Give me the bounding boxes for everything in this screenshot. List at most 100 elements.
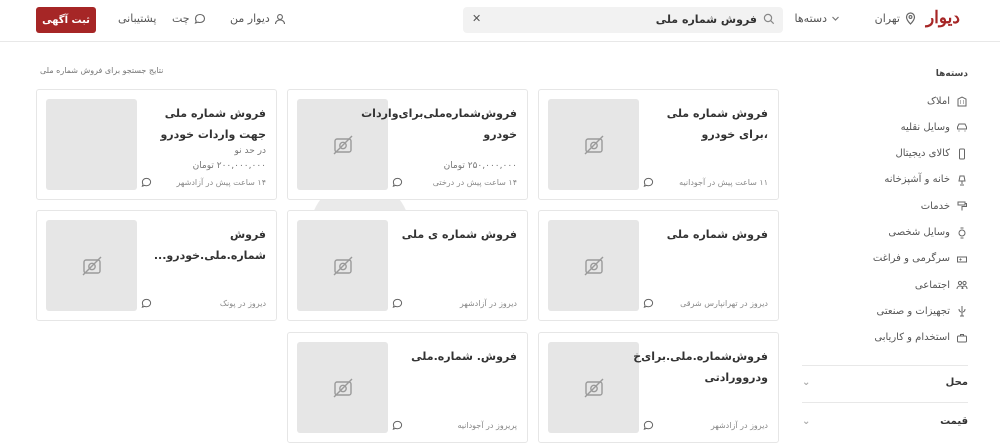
support-link[interactable]: پشتیبانی (118, 12, 156, 25)
ad-photo-placeholder (297, 220, 388, 311)
sidebar-item-label: وسایل نقلیه (900, 121, 950, 133)
sidebar-item-label: خانه و آشپزخانه (884, 174, 950, 186)
ad-title: فروش شماره ملی ،برای خودرو (666, 107, 768, 141)
ad-meta: ۱۴ ساعت پیش در درختی (432, 178, 517, 187)
sidebar-item-label: کالای دیجیتال (895, 148, 950, 160)
sidebar-item-label: استخدام و کاریابی (874, 332, 950, 344)
chat-icon[interactable] (392, 177, 403, 191)
ad-title: فروش‌شماره‌ملی‌برای‌واردات خودرو (361, 107, 517, 141)
chevron-down-icon (832, 16, 839, 21)
ad-card[interactable]: فروش‌شماره.ملی.برای‌خ ودروورادتی دیروز در… (538, 332, 779, 443)
ad-card[interactable]: فروش‌شماره‌ملی‌برای‌واردات خودرو ۲۵۰,۰۰۰,… (287, 89, 528, 200)
watch-icon (958, 227, 966, 238)
chevron-down-icon: ⌄ (802, 416, 811, 427)
support-label: پشتیبانی (118, 12, 157, 25)
ad-card[interactable]: فروش شماره ملی جهت واردات خودرو در حد نو ۲… (36, 89, 277, 200)
ad-card[interactable]: فروش شماره ملی دیروز در تهرانپارس شرقی (538, 210, 779, 321)
chevron-down-icon: ⌄ (802, 377, 811, 388)
ad-card[interactable]: فروش شماره ملی ،برای خودرو ۱۱ ساعت پیش در… (538, 89, 779, 200)
ad-meta: دیروز در تهرانپارس شرقی (680, 299, 768, 308)
sidebar-heading: دسته‌ها (935, 69, 968, 79)
ad-card[interactable]: فروش شماره.ملی.خودرو... دیروز در پونک (36, 210, 277, 321)
divider (802, 402, 968, 403)
ad-meta: ۱۱ ساعت پیش در آجودانیه (679, 178, 768, 187)
ad-meta: دیروز در آزادشهر (459, 299, 517, 308)
ad-meta: دیروز در پونک (219, 299, 266, 308)
city-label: تهران (874, 12, 900, 25)
sidebar-item-briefcase[interactable]: استخدام و کاریابی (874, 332, 968, 344)
location-pin-icon (905, 12, 916, 25)
ad-card[interactable]: فروش شماره ی ملی دیروز در آزادشهر (287, 210, 528, 321)
people-icon (956, 280, 968, 290)
ad-title: فروش شماره ملی (666, 228, 768, 241)
no-image-icon (333, 256, 352, 275)
chat-icon[interactable] (643, 420, 654, 434)
search-input[interactable]: فروش شماره ملی (656, 13, 757, 26)
chat-icon[interactable] (141, 298, 152, 312)
lamp-icon (958, 175, 966, 186)
sidebar-item-building[interactable]: املاک (927, 95, 968, 107)
ad-photo-placeholder (46, 220, 137, 311)
briefcase-icon (957, 333, 967, 343)
no-image-icon (333, 135, 352, 154)
sidebar-item-label: املاک (926, 95, 950, 107)
brand-logo[interactable]: دیوار (926, 8, 960, 28)
ad-condition: در حد نو (234, 146, 266, 156)
no-image-icon (584, 256, 603, 275)
no-image-icon (82, 256, 101, 275)
ad-title: فروش شماره ی ملی (401, 228, 517, 241)
ad-photo (46, 99, 137, 190)
categories-label: دسته‌ها (794, 12, 827, 25)
ad-meta: ۱۴ ساعت پیش در آزادشهر (176, 178, 266, 187)
ad-price: ۲۰۰,۰۰۰,۰۰۰ تومان (192, 161, 266, 171)
results-title: نتایج جستجو برای فروش شماره ملی (40, 66, 164, 75)
sidebar-item-label: تجهیزات و صنعتی (876, 305, 950, 317)
sidebar-item-people[interactable]: اجتماعی (915, 279, 968, 291)
search-bar[interactable]: فروش شماره ملی ✕ (463, 7, 783, 33)
no-image-icon (333, 378, 352, 397)
chat-icon[interactable] (643, 298, 654, 312)
sidebar-item-phone[interactable]: کالای دیجیتال (895, 148, 968, 160)
tool-icon (958, 306, 966, 317)
chat-icon[interactable] (643, 177, 654, 191)
no-image-icon (584, 135, 603, 154)
city-selector[interactable]: تهران (875, 12, 916, 25)
chat-icon[interactable] (392, 298, 403, 312)
ad-photo-placeholder (297, 342, 388, 433)
categories-dropdown[interactable]: دسته‌ها (795, 12, 840, 25)
phone-icon (959, 148, 965, 160)
filter-price-label: قیمت (940, 416, 968, 427)
divider (802, 365, 968, 366)
sidebar-item-label: اجتماعی (914, 279, 950, 291)
user-icon (274, 13, 285, 24)
sidebar-item-car[interactable]: وسایل نقلیه (901, 121, 968, 133)
car-icon (957, 123, 967, 132)
ad-photo-placeholder (548, 220, 639, 311)
ad-title: فروش شماره ملی جهت واردات خودرو (160, 107, 266, 141)
post-ad-button[interactable]: ثبت آگهی (36, 7, 96, 33)
clear-search-icon[interactable]: ✕ (472, 12, 481, 25)
ad-card[interactable]: فروش. شماره.ملی پریروز در آجودانیه (287, 332, 528, 443)
chat-link[interactable]: چت (172, 12, 206, 25)
chat-icon[interactable] (392, 420, 403, 434)
no-image-icon (584, 378, 603, 397)
sidebar-item-watch[interactable]: وسایل شخصی (888, 227, 968, 239)
sidebar-item-tool[interactable]: تجهیزات و صنعتی (877, 305, 968, 317)
building-icon (957, 96, 967, 107)
chat-icon[interactable] (141, 177, 152, 191)
search-icon (763, 13, 775, 25)
chat-label: چت (172, 12, 190, 25)
sidebar-item-lamp[interactable]: خانه و آشپزخانه (884, 174, 968, 186)
ad-photo-placeholder (548, 99, 639, 190)
sidebar-item-paint-roller[interactable]: خدمات (921, 200, 968, 212)
sidebar-item-game[interactable]: سرگرمی و فراغت (873, 253, 968, 265)
ad-meta: پریروز در آجودانیه (457, 421, 517, 430)
top-bar: دیوار تهران دسته‌ها فروش شماره ملی ✕ دیو… (0, 0, 1000, 42)
chat-icon (194, 13, 205, 24)
game-icon (957, 256, 967, 263)
my-divar-link[interactable]: دیوار من (230, 12, 286, 25)
ad-title: فروش شماره.ملی.خودرو... (153, 228, 266, 262)
ad-meta: دیروز در آزادشهر (710, 421, 768, 430)
ad-title: فروش. شماره.ملی (411, 350, 517, 363)
paint-roller-icon (957, 201, 967, 211)
